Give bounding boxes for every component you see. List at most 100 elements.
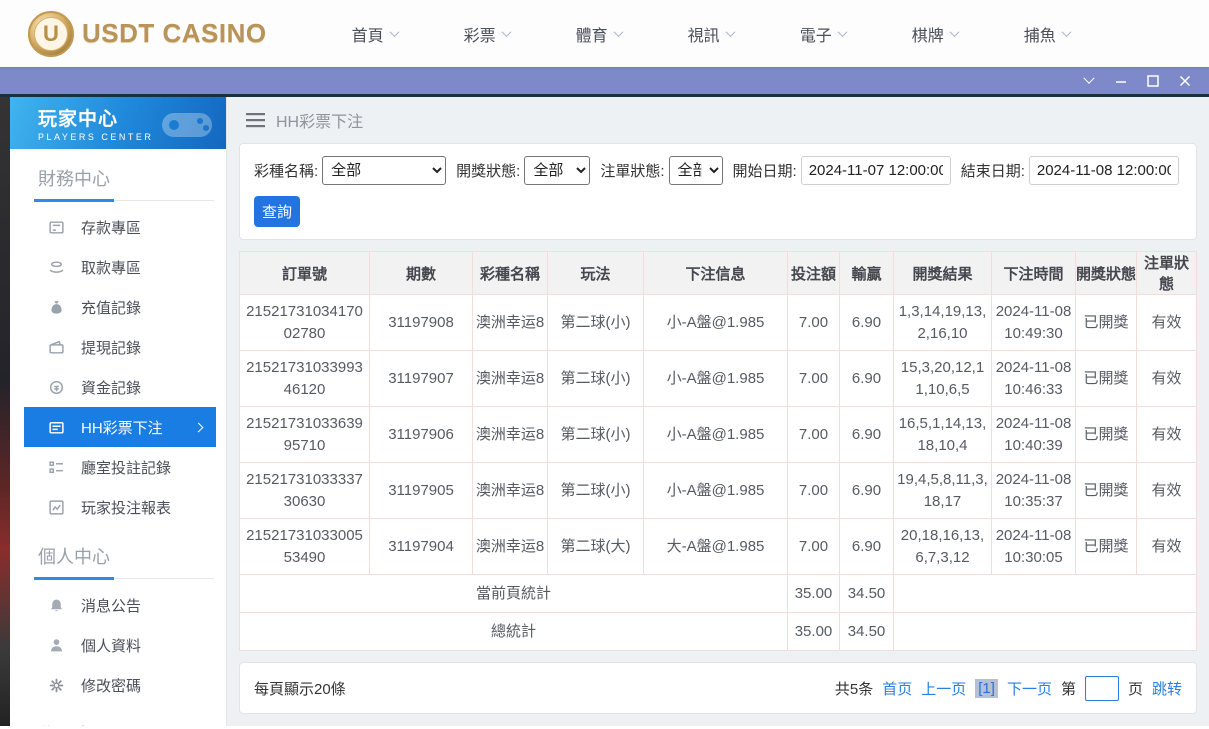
list-icon <box>49 460 63 473</box>
end-date-input[interactable] <box>1028 156 1179 185</box>
nav-item-label: 視訊 <box>687 27 720 45</box>
bell-icon <box>50 599 63 611</box>
sidebar-item-funds-record[interactable]: 資金記錄 <box>10 367 226 407</box>
gamepad-icon <box>162 113 212 137</box>
nav-item-lottery[interactable]: 彩票 <box>431 0 543 67</box>
summary-empty <box>893 574 1197 613</box>
brand-logo[interactable]: U USDT CASINO <box>28 10 267 57</box>
moneybag-icon <box>51 300 62 314</box>
search-button[interactable]: 查詢 <box>254 196 300 227</box>
end-date-label: 結束日期: <box>960 163 1025 180</box>
first-page-link[interactable]: 首页 <box>882 678 912 699</box>
nav-item-label: 體育 <box>575 27 608 45</box>
nav-item-live[interactable]: 視訊 <box>655 0 767 67</box>
sidebar-item-deposit[interactable]: 存款專區 <box>10 207 226 247</box>
cell-bet-info: 大-A盤@1.985 <box>643 518 788 575</box>
logo-letter: U <box>34 16 68 51</box>
sidebar-item-withdrawal-record[interactable]: 提現記錄 <box>10 327 226 367</box>
sidebar-item-change-password[interactable]: 修改密碼 <box>10 665 226 705</box>
section-title-finance: 財務中心 <box>38 169 110 189</box>
sidebar-item-announcements[interactable]: 消息公告 <box>10 585 226 625</box>
nav-item-sports[interactable]: 體育 <box>543 0 655 67</box>
col-header-playtype: 玩法 <box>547 251 644 295</box>
ticket-icon <box>49 421 64 434</box>
sidebar-item-label: 資金記錄 <box>81 379 142 397</box>
cell-order-status: 有效 <box>1136 462 1197 519</box>
section-divider <box>34 199 214 202</box>
window-dropdown-button[interactable] <box>1073 66 1105 96</box>
sidebar-item-hh-lottery-bets[interactable]: HH彩票下注 <box>24 407 216 447</box>
cell-bet-time: 2024-11-08 10:30:05 <box>991 518 1076 575</box>
cell-lottery: 澳洲幸运8 <box>472 294 548 351</box>
sidebar-item-profile[interactable]: 個人資料 <box>10 625 226 665</box>
sidebar-item-label: 玩家投注報表 <box>81 499 172 517</box>
sidebar-item-player-bet-report[interactable]: 玩家投注報表 <box>10 487 226 527</box>
start-date-input[interactable] <box>800 156 951 185</box>
cell-bet-amount: 7.00 <box>787 294 840 351</box>
draw-status-label: 開獎狀態: <box>456 163 521 180</box>
cell-order-no: 2152173103333730630 <box>239 462 370 519</box>
draw-status-select[interactable]: 全部 <box>524 156 591 185</box>
jump-button[interactable]: 跳转 <box>1152 678 1182 699</box>
window-minimize-button[interactable] <box>1105 66 1137 96</box>
page-jump-input[interactable] <box>1084 675 1119 701</box>
prev-page-link[interactable]: 上一页 <box>921 678 966 699</box>
section-title-personal: 個人中心 <box>38 547 110 567</box>
nav-item-home[interactable]: 首頁 <box>319 0 431 67</box>
nav-item-label: 電子 <box>799 27 832 45</box>
sidebar-item-label: 存款專區 <box>81 219 142 237</box>
jump-suffix-text: 页 <box>1127 680 1143 698</box>
cell-bet-info: 小-A盤@1.985 <box>643 294 788 351</box>
cell-draw-result: 15,3,20,12,11,10,6,5 <box>893 350 992 407</box>
page-title: HH彩票下注 <box>276 114 364 131</box>
current-page-indicator[interactable]: [1] <box>975 678 998 698</box>
logo-coin-icon: U <box>28 10 74 57</box>
nav-item-label: 捕魚 <box>1023 27 1056 45</box>
table-row: 2152173103363995710 31197906 澳洲幸运8 第二球(小… <box>239 406 1197 463</box>
cell-bet-info: 小-A盤@1.985 <box>643 406 788 463</box>
chevron-down-icon <box>501 27 512 38</box>
gear-icon <box>49 678 64 692</box>
breadcrumb: HH彩票下注 <box>239 97 1197 143</box>
sidebar-item-room-bet-record[interactable]: 廳室投註記錄 <box>10 447 226 487</box>
cell-draw-status: 已開獎 <box>1075 518 1137 575</box>
chevron-right-icon <box>193 422 204 432</box>
sidebar-item-label: 充值記錄 <box>81 299 142 317</box>
col-header-lottery: 彩種名稱 <box>472 251 548 295</box>
cell-playtype: 第二球(小) <box>547 406 644 463</box>
pagination-bar: 每頁顯示20條 共5条 首页 上一页 [1] 下一页 第 页 跳转 <box>239 662 1197 714</box>
nav-item-cards[interactable]: 棋牌 <box>879 0 991 67</box>
table-row: 2152173103399346120 31197907 澳洲幸运8 第二球(小… <box>239 350 1197 407</box>
sidebar-item-withdraw[interactable]: 取款專區 <box>10 247 226 287</box>
maximize-icon <box>1147 74 1159 87</box>
col-header-bet-amount: 投注額 <box>787 251 840 295</box>
cell-lottery: 澳洲幸运8 <box>472 406 548 463</box>
nav-item-fishing[interactable]: 捕魚 <box>991 0 1103 67</box>
start-date-label: 開始日期: <box>732 163 797 180</box>
coin-icon <box>49 380 64 394</box>
report-icon <box>49 499 64 515</box>
col-header-bet-time: 下注時間 <box>991 251 1076 295</box>
section-divider <box>34 577 214 580</box>
nav-item-slots[interactable]: 電子 <box>767 0 879 67</box>
filter-panel: 彩種名稱: 全部 開獎狀態: 全部 注單狀態: 全部 開始日期: 結束日期: 查… <box>239 143 1197 240</box>
next-page-link[interactable]: 下一页 <box>1007 678 1052 699</box>
cell-draw-status: 已開獎 <box>1075 462 1137 519</box>
lottery-name-select[interactable]: 全部 <box>322 156 447 185</box>
sidebar-item-recharge-record[interactable]: 充值記錄 <box>10 287 226 327</box>
window-maximize-button[interactable] <box>1137 66 1169 96</box>
hamburger-icon[interactable] <box>246 112 265 128</box>
cell-period: 31197904 <box>369 518 473 575</box>
wallet-icon <box>49 340 64 354</box>
window-close-button[interactable] <box>1169 66 1201 96</box>
cell-bet-time: 2024-11-08 10:49:30 <box>991 294 1076 351</box>
main-content: HH彩票下注 彩種名稱: 全部 開獎狀態: 全部 注單狀態: 全部 開始日期: … <box>227 97 1209 726</box>
sidebar-item-label: 取款專區 <box>81 259 142 277</box>
cell-lottery: 澳洲幸运8 <box>472 518 548 575</box>
cell-winloss: 6.90 <box>839 350 894 407</box>
sidebar-item-label: 修改密碼 <box>81 677 142 695</box>
nav-item-label: 彩票 <box>463 27 496 45</box>
cell-bet-amount: 7.00 <box>787 462 840 519</box>
cell-bet-amount: 7.00 <box>787 350 840 407</box>
order-status-select[interactable]: 全部 <box>668 156 723 185</box>
